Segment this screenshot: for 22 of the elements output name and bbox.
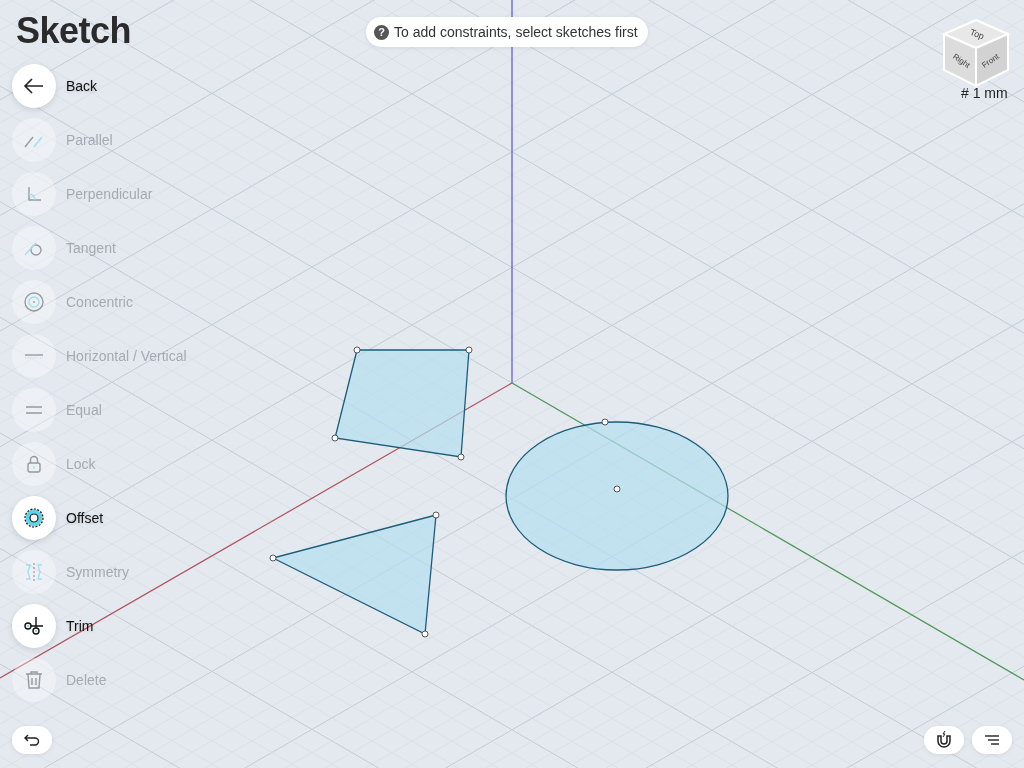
tool-button[interactable]: Offset [12, 496, 187, 540]
tool-button[interactable]: Horizontal / Vertical [12, 334, 187, 378]
help-icon: ? [374, 24, 389, 40]
tool-button[interactable]: Parallel [12, 118, 187, 162]
magnet-icon [934, 730, 954, 750]
grid-size-label: # 1 mm [961, 85, 1008, 101]
tool-button[interactable]: Lock [12, 442, 187, 486]
tool-button[interactable]: Back [12, 64, 187, 108]
tool-button[interactable]: Concentric [12, 280, 187, 324]
tool-button[interactable]: Equal [12, 388, 187, 432]
tool-button[interactable]: Perpendicular [12, 172, 187, 216]
equal-icon [26, 406, 42, 414]
offset-ring-icon [22, 506, 46, 530]
tool-button[interactable]: Trim [12, 604, 187, 648]
hint-text: To add constraints, select sketches first [394, 24, 638, 40]
tool-button[interactable]: Delete [12, 658, 187, 702]
tool-button[interactable]: Tangent [12, 226, 187, 270]
tool-button[interactable]: Symmetry [12, 550, 187, 594]
horizontal-line-icon [25, 353, 43, 359]
page-title: Sketch [16, 10, 132, 52]
scissors-icon [22, 614, 46, 638]
concentric-icon [22, 290, 46, 314]
